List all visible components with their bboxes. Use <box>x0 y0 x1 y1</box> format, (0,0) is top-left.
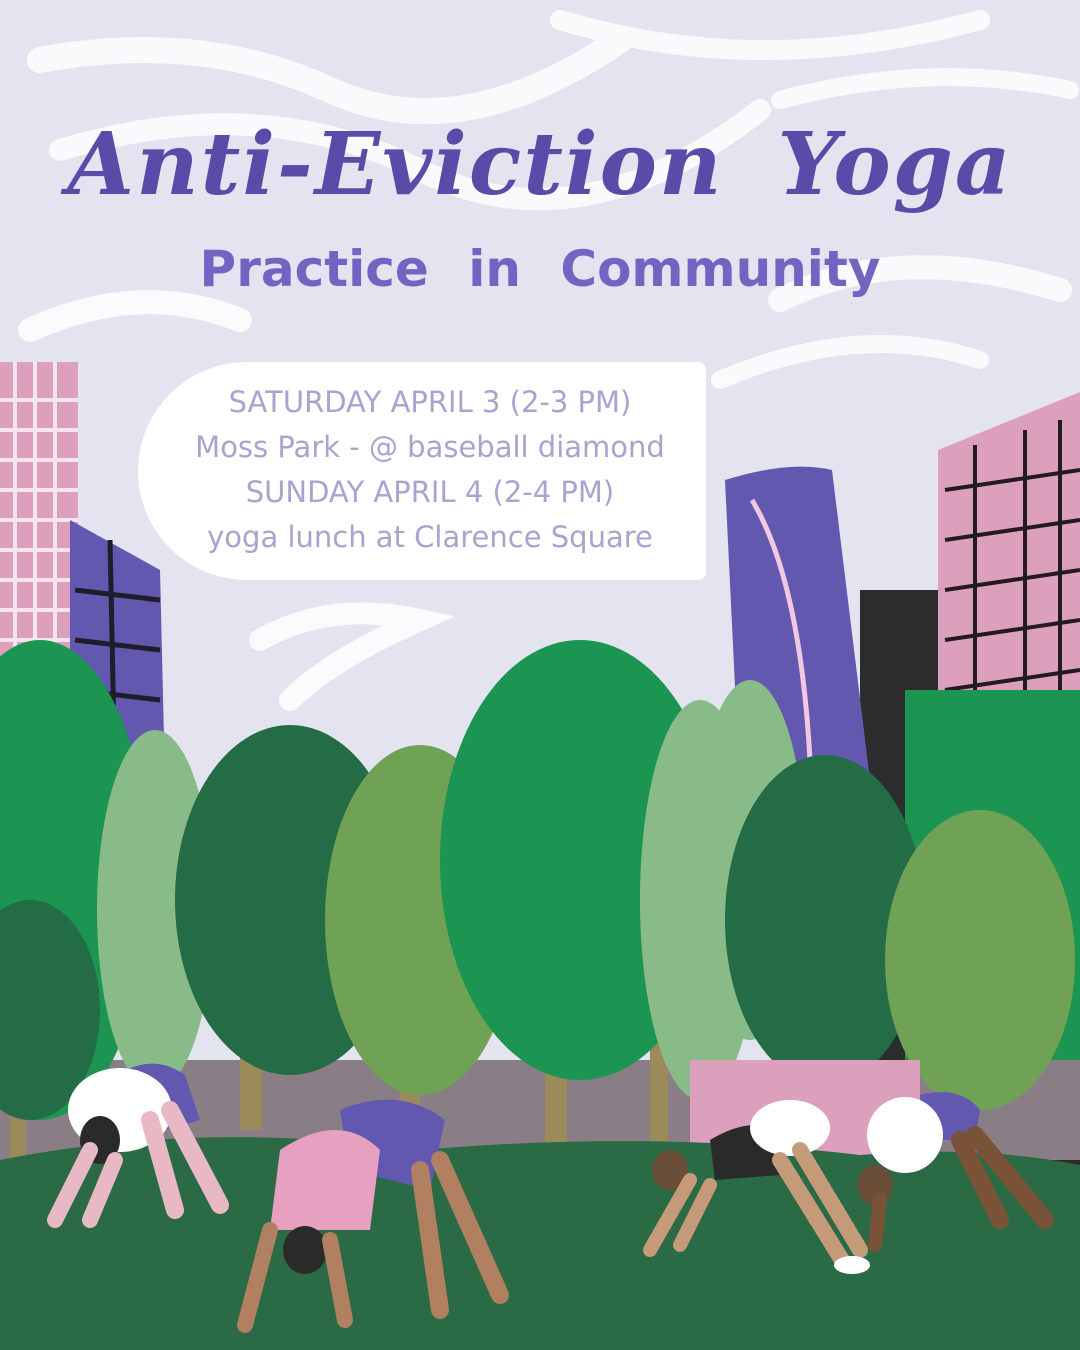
event-2-date: SUNDAY APRIL 4 (2-4 PM) <box>245 475 615 509</box>
yoga-poster: Anti-Eviction Yoga Practice in Community… <box>0 0 1080 1350</box>
poster-title: Anti-Eviction Yoga <box>67 114 1013 215</box>
event-2-location: yoga lunch at Clarence Square <box>207 520 653 554</box>
event-details: SATURDAY APRIL 3 (2-3 PM) Moss Park - @ … <box>150 380 710 560</box>
event-1-date: SATURDAY APRIL 3 (2-3 PM) <box>228 385 632 419</box>
event-1-location: Moss Park - @ baseball diamond <box>195 430 665 464</box>
poster-subtitle: Practice in Community <box>199 240 881 298</box>
